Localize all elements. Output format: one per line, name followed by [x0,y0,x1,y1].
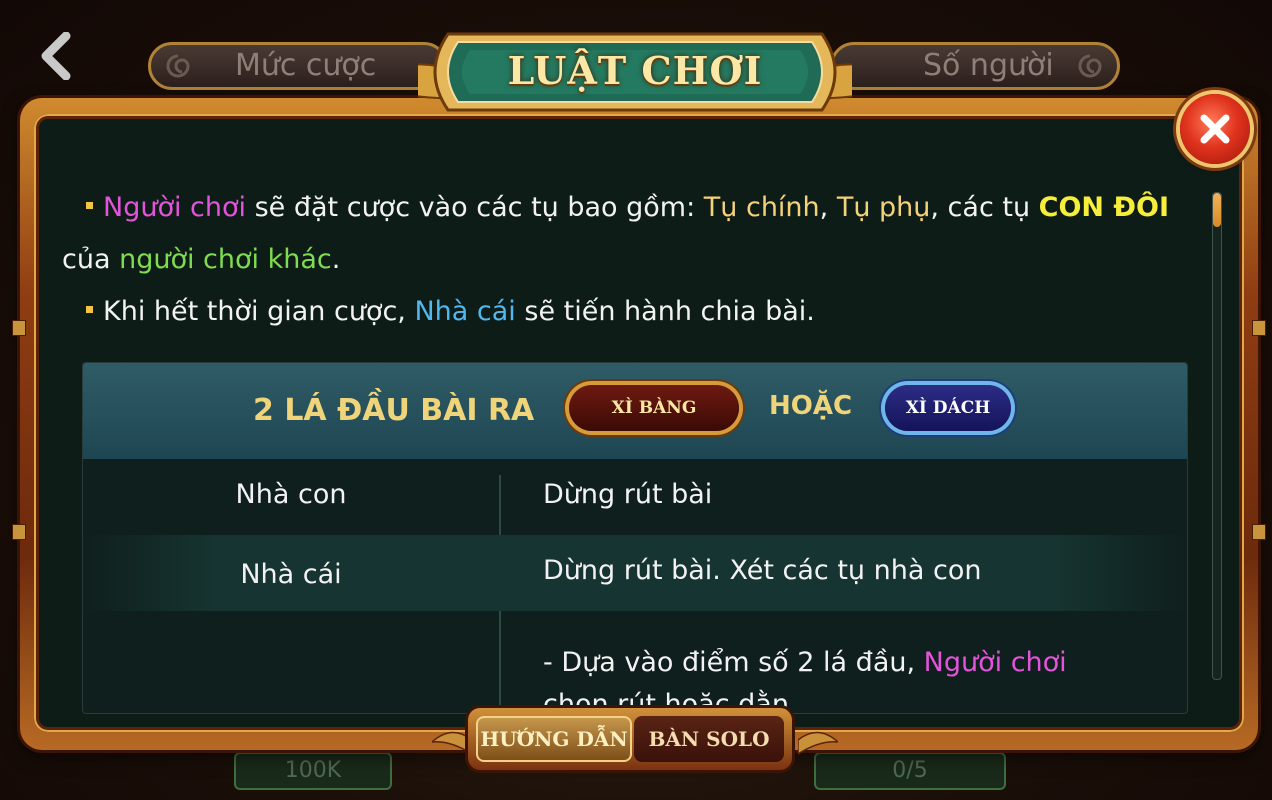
table-header: 2 LÁ ĐẦU BÀI RA XÌ BÀNG HOẶC XÌ DÁCH [83,363,1187,459]
xi-bang-badge: XÌ BÀNG [569,385,739,431]
rule-text: Người chơi [103,192,247,223]
rule-text: , các tụ [930,192,1039,223]
row-action: Dừng rút bài. Xét các tụ nhà con [543,555,982,586]
bg-bet-value: 100K [234,752,392,790]
rule-paragraph-1-cont: của người chơi khác. [62,234,1202,286]
tab-guide-label: HƯỚNG DẪN [480,727,628,751]
tab-player-count[interactable]: Số người [830,42,1120,90]
row-action: - Dựa vào điểm số 2 lá đầu, Người chơi [543,647,1167,678]
table-row: - Dựa vào điểm số 2 lá đầu, Người chơi c… [83,615,1187,713]
wing-ornament-icon [432,731,472,755]
swirl-ornament-icon [166,54,190,78]
xi-dach-badge: XÌ DÁCH [885,385,1011,431]
scrollbar-thumb[interactable] [1213,193,1221,227]
scrollbar[interactable] [1212,192,1222,680]
tab-solo-table[interactable]: BÀN SOLO [634,716,784,762]
rule-text: Nhà cái [414,296,516,327]
page-title: LUẬT CHƠI [507,48,763,93]
rule-text: Tụ phụ [836,192,931,223]
rule-text: , [819,192,837,223]
rule-text: sẽ đặt cược vào các tụ bao gồm: [246,192,704,223]
table-row: Nhà cái Dừng rút bài. Xét các tụ nhà con [83,535,1187,611]
swirl-ornament-icon [1078,54,1102,78]
rule-text: sẽ tiến hành chia bài. [515,296,815,327]
title-plaque: LUẬT CHƠI [418,22,852,122]
xi-bang-label: XÌ BÀNG [611,398,697,418]
row-action-highlight: Người chơi [923,647,1067,678]
row-role: Nhà con [235,479,347,510]
tab-bet-level-label: Mức cược [235,48,377,83]
tab-guide[interactable]: HƯỚNG DẪN [476,716,632,762]
bullet-icon [86,306,93,313]
rule-text: . [331,244,341,275]
xi-dach-label: XÌ DÁCH [905,398,991,418]
frame-knob [12,320,26,336]
rule-text: người chơi khác [119,244,332,275]
table-row: Nhà con Dừng rút bài [83,459,1187,535]
chevron-left-icon [41,32,71,80]
rule-text: Khi hết thời gian cược, [103,296,415,327]
row-action: Dừng rút bài [543,479,713,510]
bullet-icon [86,202,93,209]
row-action-text: - Dựa vào điểm số 2 lá đầu, [543,647,924,678]
rules-table: 2 LÁ ĐẦU BÀI RA XÌ BÀNG HOẶC XÌ DÁCH Nhà… [82,362,1188,714]
close-button[interactable] [1180,94,1250,164]
bottom-tab-bar: HƯỚNG DẪN BÀN SOLO [468,708,792,770]
close-x-icon [1200,114,1230,144]
rule-text: của [62,244,120,275]
frame-knob [1252,320,1266,336]
back-button[interactable] [34,30,78,82]
tab-solo-label: BÀN SOLO [648,727,770,751]
tab-player-count-label: Số người [923,48,1054,83]
frame-knob [12,524,26,540]
frame-knob [1252,524,1266,540]
bg-player-value: 0/5 [814,752,1006,790]
wing-ornament-icon [798,731,838,755]
rule-text: CON ĐÔI [1038,192,1170,223]
or-label: HOẶC [769,391,853,421]
rule-text: Tụ chính [703,192,820,223]
rule-paragraph-2: Khi hết thời gian cược, Nhà cái sẽ tiến … [64,286,1204,338]
rule-paragraph-1: Người chơi sẽ đặt cược vào các tụ bao gồ… [64,182,1204,234]
row-role: Nhà cái [240,559,342,590]
tab-bet-level[interactable]: Mức cược [148,42,448,90]
table-header-label: 2 LÁ ĐẦU BÀI RA [253,393,535,428]
